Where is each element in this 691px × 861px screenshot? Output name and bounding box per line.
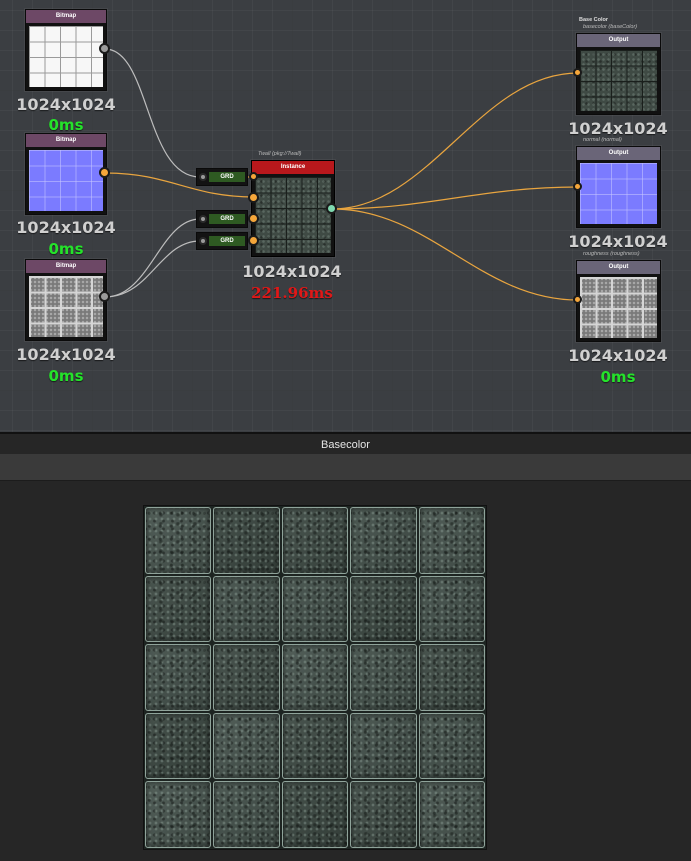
node-time: 0ms [48,240,84,258]
instance-input-port-1[interactable] [249,172,258,181]
grd-label: GRD [209,172,245,182]
output-resolution: 1024x1024 [568,232,668,251]
texture-tile [145,644,212,711]
texture-tile [145,781,212,848]
instance-time: 221.96ms [251,284,333,302]
grd-node-3[interactable]: GRD [196,232,248,250]
instance-thumbnail [255,177,331,253]
output-port[interactable] [99,43,110,54]
output-node-roughness[interactable]: Output [576,260,661,342]
output-input-port[interactable] [573,68,582,77]
bitmap-node-1[interactable]: Bitmap [25,9,107,91]
texture-tile [281,507,349,574]
texture-tile [350,507,417,574]
instance-input-port-3[interactable] [248,213,259,224]
wire-instance-output3 [331,208,579,301]
wire-instance-output2 [331,186,579,210]
viewer-title: Basecolor [321,439,370,451]
texture-tile [418,644,485,711]
texture-tile [213,712,280,780]
texture-tile [145,712,212,780]
bitmap-thumbnail [29,276,103,337]
bitmap-node-2[interactable]: Bitmap [25,133,107,215]
instance-output-port[interactable] [326,203,337,214]
output-node-normal[interactable]: Output [576,146,661,228]
bitmap-node-3[interactable]: Bitmap [25,259,107,341]
texture-tile [213,507,280,574]
texture-tile [281,575,349,643]
node-header: Output [577,34,660,47]
output-node-basecolor[interactable]: Output [576,33,661,115]
texture-tile [418,575,485,643]
output-thumbnail [580,277,657,338]
grd-label: GRD [209,236,245,246]
output-caption-title: Base Color [579,17,609,23]
node-time: 0ms [48,367,84,385]
viewer-toolbar [0,454,691,481]
texture-tile [281,781,349,848]
texture-tile [418,781,485,848]
grd-node-2[interactable]: GRD [196,210,248,228]
texture-tile [418,507,485,574]
instance-input-port-4[interactable] [248,235,259,246]
input-port[interactable] [199,173,207,181]
grd-label: GRD [209,214,245,224]
input-port[interactable] [199,237,207,245]
node-header: Instance [252,161,334,174]
output-caption: basecolor (baseColor) [583,24,638,30]
grd-node-1[interactable]: GRD [196,168,248,186]
instance-caption: Twall (pkg://Twall) [258,151,302,157]
node-header: Output [577,147,660,160]
texture-tile [281,644,349,711]
output-time: 0ms [600,368,636,386]
texture-preview[interactable] [143,505,487,850]
texture-tile [350,575,417,643]
texture-tile [145,575,212,643]
node-resolution: 1024x1024 [16,218,116,237]
node-resolution: 1024x1024 [16,345,116,364]
app-root: Bitmap 1024x1024 0ms Bitmap 1024x1024 0m… [0,0,691,861]
viewer-title-bar: Basecolor [0,432,691,454]
texture-tile [213,644,280,711]
node-graph-canvas[interactable]: Bitmap 1024x1024 0ms Bitmap 1024x1024 0m… [0,0,691,432]
node-header: Bitmap [26,260,106,273]
texture-tile [281,712,349,780]
texture-tile [350,644,417,711]
output-input-port[interactable] [573,182,582,191]
texture-tile [213,575,280,643]
output-thumbnail [580,50,657,111]
texture-tile [213,781,280,848]
instance-input-port-2[interactable] [248,192,259,203]
texture-tile [145,507,212,574]
bitmap-thumbnail [29,26,103,87]
output-resolution: 1024x1024 [568,346,668,365]
instance-node[interactable]: Instance [251,160,335,257]
node-header: Bitmap [26,10,106,23]
input-port[interactable] [199,215,207,223]
output-thumbnail [580,163,657,224]
bitmap-thumbnail [29,150,103,211]
texture-tile [350,781,417,848]
output-caption: normal (normal) [583,137,622,143]
node-header: Bitmap [26,134,106,147]
output-resolution: 1024x1024 [568,119,668,138]
output-port[interactable] [99,291,110,302]
output-input-port[interactable] [573,295,582,304]
viewer-canvas[interactable] [0,481,691,861]
output-port[interactable] [99,167,110,178]
texture-tile [418,712,485,780]
output-caption: roughness (roughness) [583,251,640,257]
node-header: Output [577,261,660,274]
texture-tile [350,712,417,780]
node-resolution: 1024x1024 [16,95,116,114]
instance-resolution: 1024x1024 [242,262,342,281]
node-time: 0ms [48,116,84,134]
